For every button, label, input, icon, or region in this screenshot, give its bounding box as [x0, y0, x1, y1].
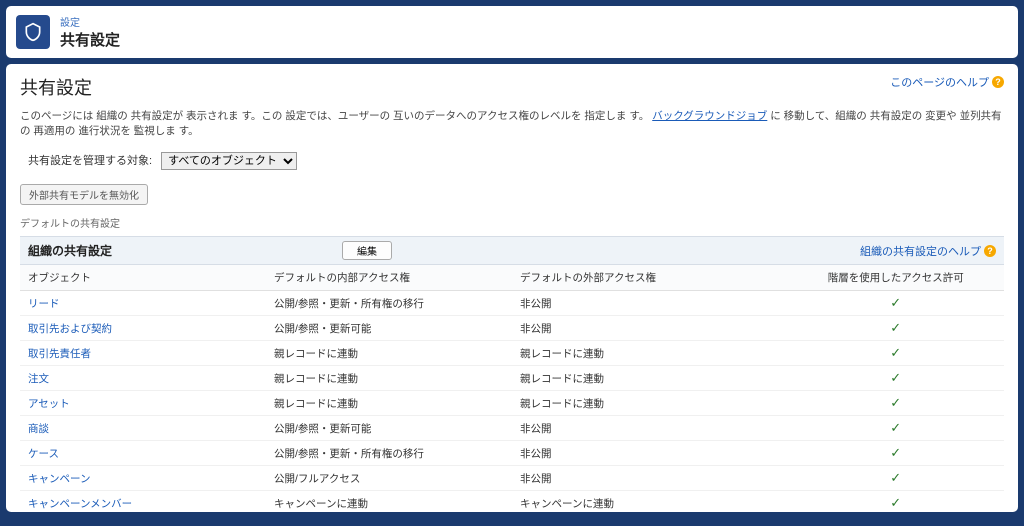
table-header-row: オブジェクト デフォルトの内部アクセス権 デフォルトの外部アクセス権 階層を使用… [20, 265, 1004, 291]
table-row: キャンペーン公開/フルアクセス非公開✓ [20, 466, 1004, 491]
owd-section-header: 組織の共有設定 編集 組織の共有設定のヘルプ ? [20, 236, 1004, 265]
cell-internal: 公開/参照・更新・所有権の移行 [266, 291, 512, 316]
table-row: リード公開/参照・更新・所有権の移行非公開✓ [20, 291, 1004, 316]
cell-internal: 親レコードに連動 [266, 366, 512, 391]
cell-object[interactable]: 商談 [20, 416, 266, 441]
disable-external-sharing-button[interactable]: 外部共有モデルを無効化 [20, 184, 148, 205]
default-sharing-label: デフォルトの共有設定 [20, 215, 1004, 230]
header-text: 設定 共有設定 [60, 14, 120, 50]
cell-external: 親レコードに連動 [512, 341, 788, 366]
col-internal: デフォルトの内部アクセス権 [266, 265, 512, 291]
cell-external: 非公開 [512, 416, 788, 441]
table-row: ケース公開/参照・更新・所有権の移行非公開✓ [20, 441, 1004, 466]
cell-internal: 公開/参照・更新可能 [266, 416, 512, 441]
table-row: キャンペーンメンバーキャンペーンに連動キャンペーンに連動✓ [20, 491, 1004, 513]
help-icon: ? [992, 76, 1004, 88]
cell-object[interactable]: ケース [20, 441, 266, 466]
page-title: 共有設定 [20, 74, 92, 100]
col-hierarchy: 階層を使用したアクセス許可 [788, 265, 1004, 291]
cell-object[interactable]: キャンペーンメンバー [20, 491, 266, 513]
cell-external: 非公開 [512, 291, 788, 316]
owd-help-label: 組織の共有設定のヘルプ [860, 243, 981, 259]
table-row: アセット親レコードに連動親レコードに連動✓ [20, 391, 1004, 416]
cell-object[interactable]: 取引先および契約 [20, 316, 266, 341]
cell-internal: 親レコードに連動 [266, 391, 512, 416]
cell-internal: 公開/フルアクセス [266, 466, 512, 491]
table-row: 商談公開/参照・更新可能非公開✓ [20, 416, 1004, 441]
page-header-card: 設定 共有設定 [6, 6, 1018, 58]
page-help-link[interactable]: このページのヘルプ ? [890, 74, 1004, 90]
cell-internal: キャンペーンに連動 [266, 491, 512, 513]
content-frame[interactable]: 共有設定 このページのヘルプ ? このページには 組織の 共有設定が 表示されま… [6, 64, 1018, 512]
col-object: オブジェクト [20, 265, 266, 291]
background-jobs-link[interactable]: バックグラウンドジョブ [652, 110, 767, 122]
cell-external: 非公開 [512, 441, 788, 466]
cell-object[interactable]: キャンペーン [20, 466, 266, 491]
table-row: 取引先および契約公開/参照・更新可能非公開✓ [20, 316, 1004, 341]
cell-external: 非公開 [512, 466, 788, 491]
cell-hierarchy: ✓ [788, 466, 1004, 491]
cell-hierarchy: ✓ [788, 416, 1004, 441]
cell-external: 親レコードに連動 [512, 366, 788, 391]
desc-pre: このページには 組織の 共有設定が 表示されま す。この 設定では、ユーザーの … [20, 110, 649, 122]
filter-select[interactable]: すべてのオブジェクト [161, 152, 297, 170]
cell-internal: 親レコードに連動 [266, 341, 512, 366]
page-help-label: このページのヘルプ [890, 74, 989, 90]
cell-object[interactable]: アセット [20, 391, 266, 416]
cell-object[interactable]: 注文 [20, 366, 266, 391]
cell-hierarchy: ✓ [788, 316, 1004, 341]
table-row: 取引先責任者親レコードに連動親レコードに連動✓ [20, 341, 1004, 366]
cell-object[interactable]: 取引先責任者 [20, 341, 266, 366]
filter-row: 共有設定を管理する対象: すべてのオブジェクト [20, 152, 1004, 170]
breadcrumb: 設定 [60, 14, 120, 29]
cell-internal: 公開/参照・更新・所有権の移行 [266, 441, 512, 466]
shield-icon [16, 15, 50, 49]
edit-button[interactable]: 編集 [342, 241, 392, 260]
col-external: デフォルトの外部アクセス権 [512, 265, 788, 291]
table-row: 注文親レコードに連動親レコードに連動✓ [20, 366, 1004, 391]
cell-hierarchy: ✓ [788, 441, 1004, 466]
cell-external: キャンペーンに連動 [512, 491, 788, 513]
owd-help-link[interactable]: 組織の共有設定のヘルプ ? [860, 243, 996, 259]
cell-hierarchy: ✓ [788, 291, 1004, 316]
cell-internal: 公開/参照・更新可能 [266, 316, 512, 341]
help-icon: ? [984, 245, 996, 257]
owd-section-title: 組織の共有設定 [28, 242, 112, 259]
filter-label: 共有設定を管理する対象: [28, 155, 152, 167]
cell-object[interactable]: リード [20, 291, 266, 316]
cell-hierarchy: ✓ [788, 491, 1004, 513]
cell-external: 親レコードに連動 [512, 391, 788, 416]
cell-hierarchy: ✓ [788, 391, 1004, 416]
owd-table: オブジェクト デフォルトの内部アクセス権 デフォルトの外部アクセス権 階層を使用… [20, 265, 1004, 512]
page-description: このページには 組織の 共有設定が 表示されま す。この 設定では、ユーザーの … [20, 108, 1004, 138]
page-header-title: 共有設定 [60, 29, 120, 50]
cell-hierarchy: ✓ [788, 366, 1004, 391]
cell-hierarchy: ✓ [788, 341, 1004, 366]
cell-external: 非公開 [512, 316, 788, 341]
